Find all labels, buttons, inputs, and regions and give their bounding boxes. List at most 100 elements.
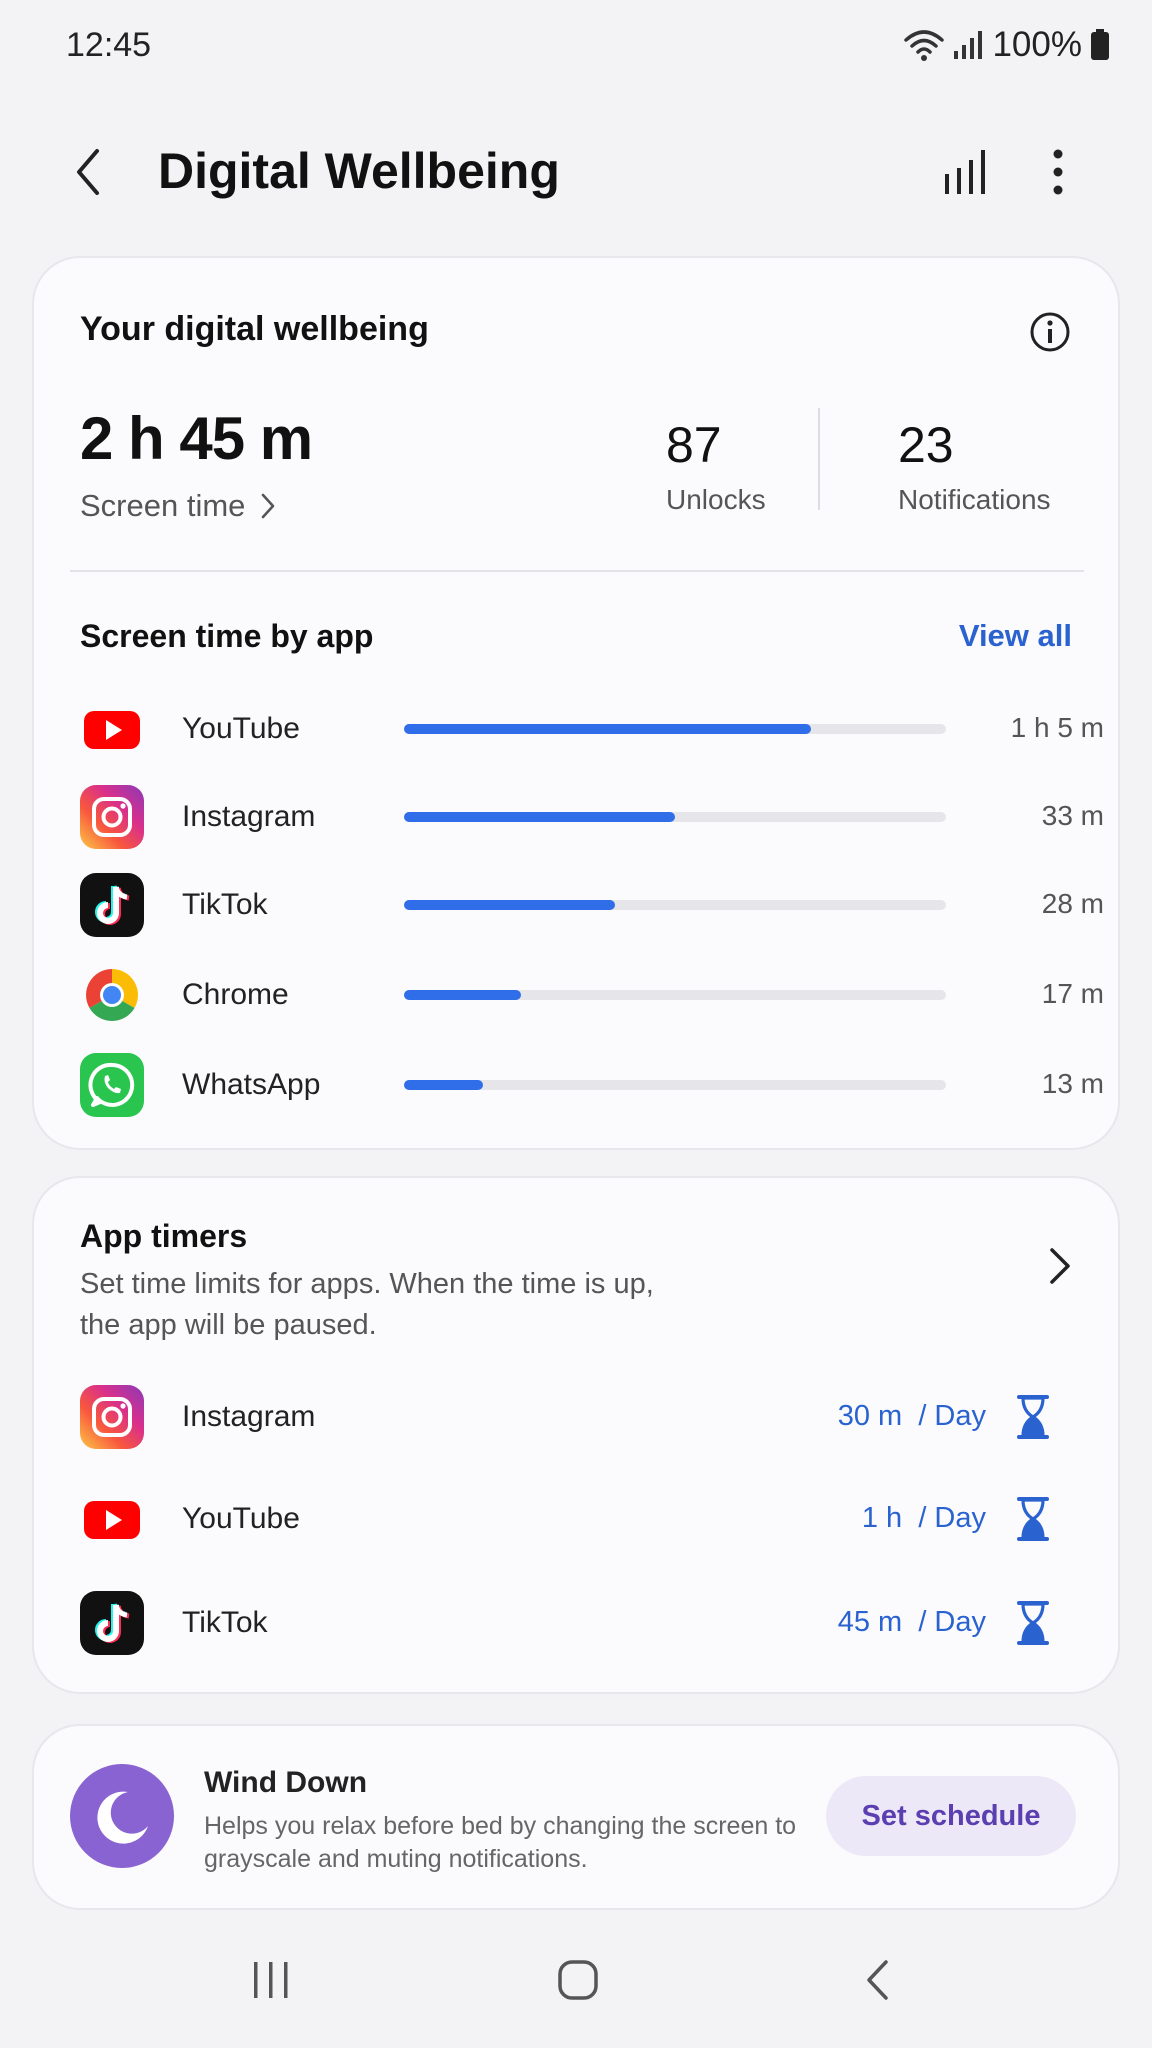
home-icon [558, 1960, 598, 2000]
moon-icon [97, 1791, 148, 1844]
section-divider [70, 570, 1084, 572]
usage-bar-fill [404, 812, 675, 822]
app-name: TikTok [182, 1606, 268, 1639]
app-timer-row-tiktok[interactable]: TikTok 45 m / Day [74, 1588, 1114, 1658]
app-timers-card: App timers Set time limits for apps. Whe… [32, 1176, 1120, 1694]
youtube-icon [84, 711, 140, 749]
usage-bar-fill [404, 724, 811, 734]
home-button[interactable] [543, 1950, 613, 2010]
usage-bar [404, 900, 946, 910]
summary-title: Your digital wellbeing [80, 310, 429, 348]
hourglass-icon[interactable] [1016, 1496, 1050, 1542]
app-usage-time: 13 m [1041, 1068, 1104, 1099]
bar-chart-icon [945, 150, 985, 194]
wind-down-card[interactable]: Wind Down Helps you relax before bed by … [32, 1724, 1120, 1910]
timer-limit: 45 m / Day [838, 1606, 986, 1639]
usage-bar-fill [404, 990, 521, 1000]
status-time: 12:45 [66, 25, 152, 64]
hourglass-icon[interactable] [1016, 1394, 1050, 1440]
timer-value: 30 m [837, 1400, 903, 1432]
usage-bar-fill [404, 900, 616, 910]
battery-icon [1091, 29, 1109, 60]
app-usage-row-tiktok[interactable]: TikTok 28 m [74, 870, 1104, 940]
info-button[interactable] [1028, 310, 1072, 354]
app-usage-time: 17 m [1041, 978, 1104, 1009]
stats-divider [818, 408, 820, 510]
back-icon [867, 1960, 888, 2000]
notifications-label: Notifications [898, 484, 1051, 515]
timer-limit: 30 m / Day [838, 1400, 986, 1433]
app-bar: Digital Wellbeing [0, 120, 1152, 224]
app-name: Instagram [182, 800, 316, 833]
timer-value: 1 h [861, 1502, 903, 1534]
wellbeing-summary-card: Your digital wellbeing 2 h 45 m Screen t… [32, 256, 1120, 1150]
app-usage-time: 28 m [1041, 888, 1104, 919]
battery-percent: 100% [992, 25, 1082, 64]
app-usage-row-youtube[interactable]: YouTube 1 h 5 m [74, 694, 1104, 764]
hourglass-icon[interactable] [1016, 1600, 1050, 1646]
usage-bar [404, 812, 946, 822]
signal-icon [954, 31, 983, 59]
set-schedule-button[interactable]: Set schedule [826, 1776, 1076, 1856]
instagram-icon [80, 1385, 144, 1449]
chevron-right-icon [1050, 1248, 1070, 1284]
notifications-stat: 23 Notifications [898, 416, 1051, 516]
app-usage-row-instagram[interactable]: Instagram 33 m [74, 782, 1104, 852]
more-vert-icon [1053, 149, 1063, 195]
unlocks-value: 87 [666, 417, 722, 473]
wind-down-description: Helps you relax before bed by changing t… [204, 1812, 797, 1873]
wifi-icon [904, 30, 945, 61]
recent-apps-icon [254, 1962, 288, 1998]
app-usage-time: 33 m [1041, 800, 1104, 831]
back-button[interactable] [60, 142, 116, 202]
screen-time-link[interactable]: Screen time [80, 488, 275, 524]
app-timers-description: Set time limits for apps. When the time … [80, 1268, 654, 1341]
usage-bar [404, 990, 946, 1000]
app-timer-row-youtube[interactable]: YouTube 1 h / Day [74, 1484, 1114, 1554]
status-icons: 100% [904, 25, 1110, 65]
view-all-link[interactable]: View all [959, 618, 1072, 654]
notifications-value: 23 [898, 417, 954, 473]
whatsapp-icon [80, 1053, 144, 1117]
wind-down-title: Wind Down [204, 1766, 368, 1799]
youtube-icon [84, 1501, 140, 1539]
app-name: YouTube [182, 1502, 300, 1535]
app-timer-row-instagram[interactable]: Instagram 30 m / Day [74, 1382, 1114, 1452]
app-name: Chrome [182, 978, 289, 1011]
screen-time-label: Screen time [80, 488, 246, 523]
recent-apps-button[interactable] [236, 1950, 306, 2010]
tiktok-icon [80, 873, 144, 937]
wind-down-badge [70, 1764, 174, 1868]
timer-period: / Day [918, 1606, 986, 1638]
navigation-bar [0, 1930, 1152, 2030]
app-name: YouTube [182, 712, 300, 745]
tiktok-icon [80, 1591, 144, 1655]
nav-back-button[interactable] [842, 1950, 912, 2010]
app-usage-time: 1 h 5 m [1010, 712, 1104, 743]
app-name: TikTok [182, 888, 268, 921]
app-name: WhatsApp [182, 1068, 321, 1101]
screen-time-value: 2 h 45 m [80, 405, 313, 472]
status-bar: 12:45 100% [0, 0, 1152, 90]
info-icon [1030, 312, 1070, 352]
unlocks-label: Unlocks [666, 484, 766, 515]
chrome-icon [86, 969, 138, 1021]
timer-period: / Day [918, 1400, 986, 1432]
chevron-left-icon [77, 149, 99, 195]
unlocks-stat: 87 Unlocks [666, 416, 766, 516]
app-timers-title: App timers [80, 1218, 248, 1254]
stats-button[interactable] [935, 140, 995, 204]
usage-bar [404, 1080, 946, 1090]
app-timers-header[interactable]: App timers Set time limits for apps. Whe… [34, 1178, 1122, 1348]
instagram-icon [80, 785, 144, 849]
app-usage-row-whatsapp[interactable]: WhatsApp 13 m [74, 1050, 1104, 1120]
chevron-right-icon [262, 493, 275, 519]
app-name: Instagram [182, 1400, 316, 1433]
more-options-button[interactable] [1030, 140, 1086, 204]
app-usage-row-chrome[interactable]: Chrome 17 m [74, 960, 1104, 1030]
timer-limit: 1 h / Day [862, 1502, 986, 1535]
timer-period: / Day [918, 1502, 986, 1534]
usage-bar [404, 724, 946, 734]
page-title: Digital Wellbeing [158, 143, 560, 199]
timer-value: 45 m [837, 1606, 903, 1638]
